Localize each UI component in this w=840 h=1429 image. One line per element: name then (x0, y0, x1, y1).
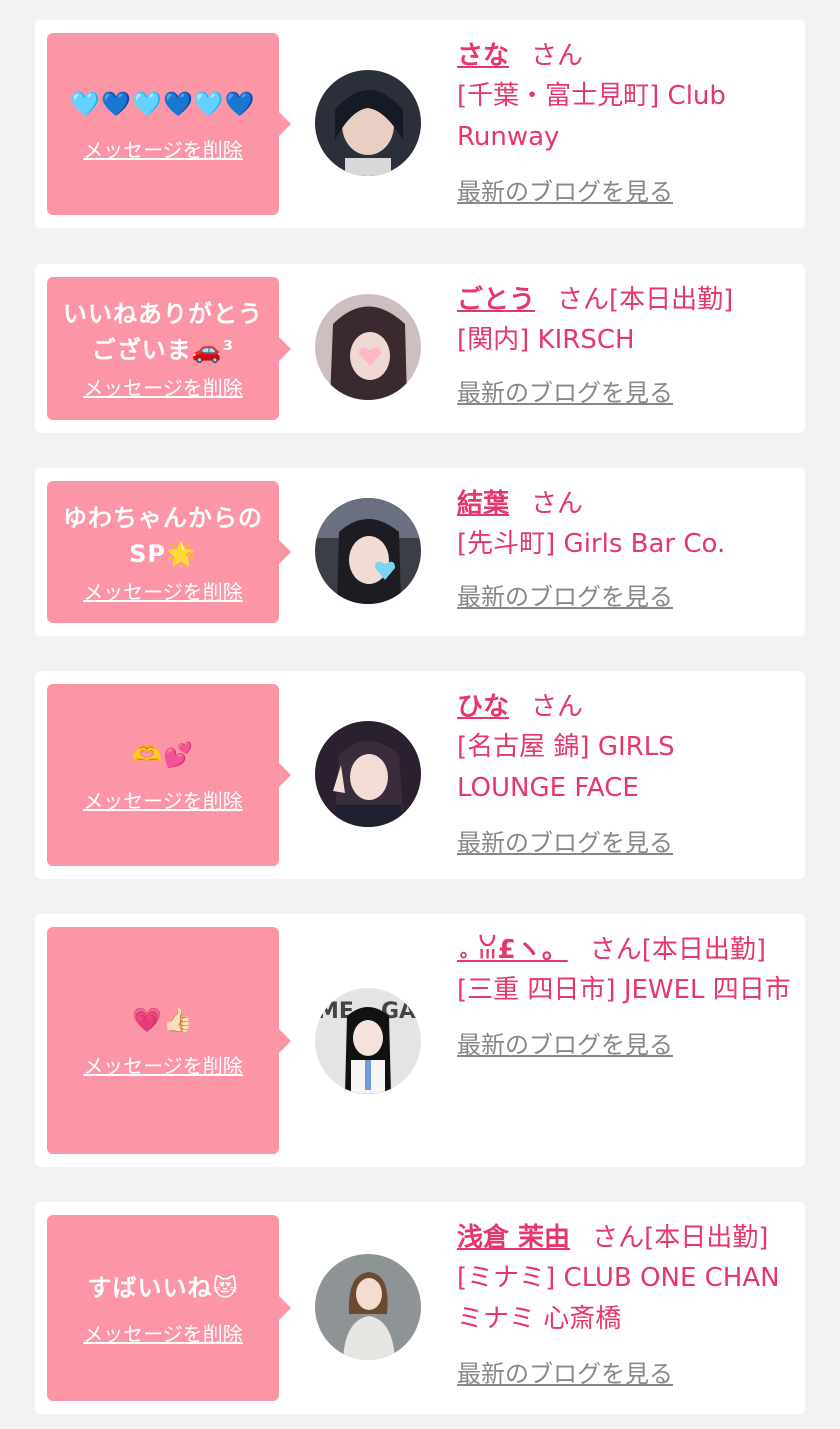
message-bubble: ゆわちゃんからのSP🌟 メッセージを削除 (47, 481, 291, 623)
latest-blog-link[interactable]: 最新のブログを見る (457, 373, 673, 408)
cast-info: 。ꈍ£ヽ。 さん[本日出勤] [三重 四日市] JEWEL 四日市 最新のブログを… (457, 930, 791, 1060)
delete-message-link[interactable]: メッセージを削除 (83, 576, 243, 605)
message-bubble: 💗👍🏻 メッセージを削除 (47, 927, 291, 1154)
cast-suffix: さん[本日出勤] (592, 1223, 769, 1253)
favorite-card: すばいいね😻 メッセージを削除 浅倉 茉由 さん[本日出勤] [ミナミ] CLUB… (35, 1202, 805, 1414)
shop-name: [関内] KIRSCH (457, 325, 635, 355)
message-bubble: すばいいね😻 メッセージを削除 (47, 1215, 291, 1401)
delete-message-link[interactable]: メッセージを削除 (83, 134, 243, 163)
delete-message-link[interactable]: メッセージを削除 (83, 1050, 243, 1079)
message-bubble: 🫶💕 メッセージを削除 (47, 684, 291, 866)
avatar[interactable] (315, 294, 421, 400)
cast-name-link[interactable]: ごとう (457, 285, 535, 315)
favorites-list: 🩵💙🩵💙🩵💙 メッセージを削除 さな さん [千葉・富士見町] Club Runw… (0, 0, 840, 1429)
favorite-card: 🫶💕 メッセージを削除 ひな さん [名古屋 錦] GIRLS LOUNGE FA… (35, 671, 805, 879)
shop-name: [千葉・富士見町] Club Runway (457, 81, 726, 152)
cast-name-link[interactable]: 浅倉 茉由 (457, 1223, 570, 1253)
avatar[interactable] (315, 498, 421, 604)
cast-info: 結葉 さん [先斗町] Girls Bar Co. 最新のブログを見る (457, 484, 791, 612)
cast-suffix: さん[本日出勤] (557, 285, 734, 315)
cast-info: さな さん [千葉・富士見町] Club Runway 最新のブログを見る (457, 36, 791, 207)
cast-name-link[interactable]: さな (457, 41, 509, 71)
latest-blog-link[interactable]: 最新のブログを見る (457, 172, 673, 207)
message-text: すばいいね😻 (87, 1273, 239, 1302)
message-text: 🩵💙🩵💙🩵💙 (70, 89, 256, 118)
shop-name: [先斗町] Girls Bar Co. (457, 529, 726, 559)
message-text: 🫶💕 (132, 740, 194, 769)
favorite-card: 🩵💙🩵💙🩵💙 メッセージを削除 さな さん [千葉・富士見町] Club Runw… (35, 20, 805, 228)
latest-blog-link[interactable]: 最新のブログを見る (457, 1354, 673, 1389)
message-text: ゆわちゃんからのSP🌟 (63, 503, 263, 568)
message-bubble: いいねありがとうございま🚗³ メッセージを削除 (47, 277, 291, 420)
latest-blog-link[interactable]: 最新のブログを見る (457, 1025, 673, 1060)
cast-suffix: さん (531, 41, 584, 71)
cast-suffix: さん (531, 489, 584, 519)
delete-message-link[interactable]: メッセージを削除 (83, 1318, 243, 1347)
cast-info: ごとう さん[本日出勤] [関内] KIRSCH 最新のブログを見る (457, 280, 791, 408)
delete-message-link[interactable]: メッセージを削除 (83, 785, 243, 814)
cast-name-link[interactable]: 結葉 (457, 489, 509, 519)
shop-name: [三重 四日市] JEWEL 四日市 (457, 975, 791, 1005)
avatar[interactable] (315, 721, 421, 827)
cast-info: 浅倉 茉由 さん[本日出勤] [ミナミ] CLUB ONE CHAN ミナミ 心斎… (457, 1218, 791, 1389)
avatar[interactable] (315, 70, 421, 176)
cast-name-link[interactable]: ひな (457, 692, 509, 722)
cast-name-link[interactable]: 。ꈍ£ヽ。 (457, 935, 568, 965)
favorite-card: 💗👍🏻 メッセージを削除 ME GA 。ꈍ£ヽ。 さん[本日出勤] [三重 四日市… (35, 914, 805, 1167)
cast-suffix: さん (531, 692, 584, 722)
latest-blog-link[interactable]: 最新のブログを見る (457, 823, 673, 858)
favorite-card: いいねありがとうございま🚗³ メッセージを削除 ごとう さん[本日出勤] [関内]… (35, 264, 805, 433)
favorite-card: ゆわちゃんからのSP🌟 メッセージを削除 結葉 さん [先斗町] Girls Ba… (35, 468, 805, 636)
shop-name: [名古屋 錦] GIRLS LOUNGE FACE (457, 732, 675, 803)
shop-name: [ミナミ] CLUB ONE CHAN ミナミ 心斎橋 (457, 1263, 780, 1334)
message-bubble: 🩵💙🩵💙🩵💙 メッセージを削除 (47, 33, 291, 215)
latest-blog-link[interactable]: 最新のブログを見る (457, 577, 673, 612)
avatar[interactable]: ME GA (315, 988, 421, 1094)
cast-info: ひな さん [名古屋 錦] GIRLS LOUNGE FACE 最新のブログを見る (457, 687, 791, 858)
cast-suffix: さん[本日出勤] (589, 935, 767, 965)
message-text: いいねありがとうございま🚗³ (63, 300, 263, 364)
message-text: 💗👍🏻 (132, 1006, 194, 1034)
delete-message-link[interactable]: メッセージを削除 (83, 372, 243, 401)
avatar[interactable] (315, 1254, 421, 1360)
